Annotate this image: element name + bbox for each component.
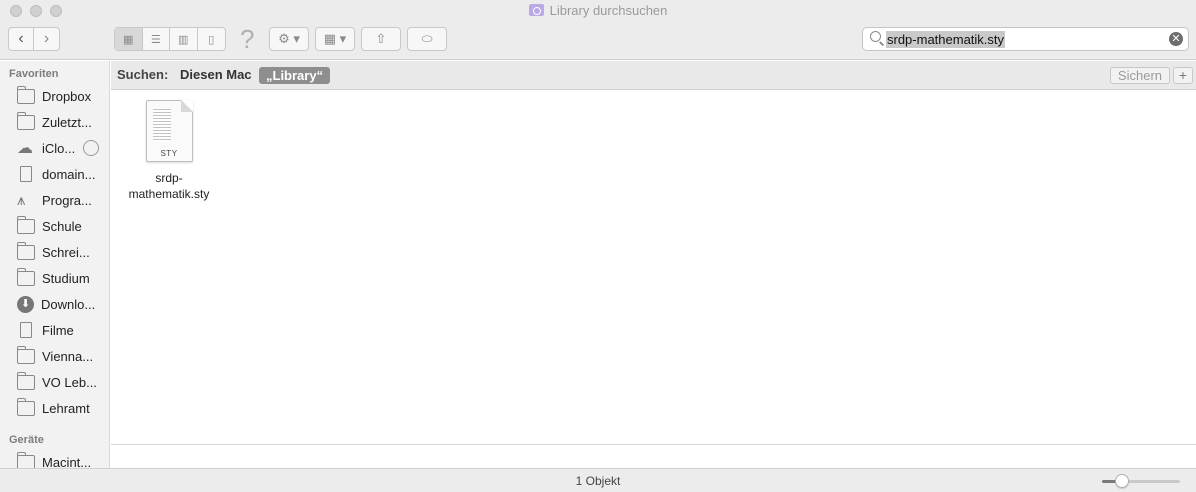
search-input[interactable]: srdp-mathematik.sty (886, 31, 1006, 48)
sidebar-item-label: Schrei... (42, 244, 90, 260)
file-name-line2: mathematik.sty (128, 187, 210, 201)
folder-icon (17, 371, 35, 390)
sidebar-item-label: Lehramt (42, 400, 90, 416)
window-title-text: Library durchsuchen (549, 3, 668, 18)
sidebar-item-recents[interactable]: Zuletzt... (0, 109, 109, 135)
folder-icon (17, 85, 35, 104)
search-scope-bar: Suchen: Diesen Mac „Library“ Sichern + (111, 61, 1196, 90)
sidebar-item-downloads[interactable]: ⬇ Downlo... (0, 291, 109, 317)
file-name-line1: srdp- (155, 171, 183, 185)
sync-progress-icon (83, 140, 100, 156)
clear-search-icon[interactable]: ✕ (1169, 32, 1183, 46)
movies-icon (20, 322, 32, 338)
save-search-button[interactable]: Sichern (1109, 67, 1170, 84)
folder-icon (17, 267, 35, 286)
back-button[interactable]: ‹ (9, 28, 35, 50)
add-criteria-button[interactable]: + (1173, 67, 1193, 84)
sidebar-item-dropbox[interactable]: Dropbox (0, 83, 109, 109)
sidebar-section-favoriten: Favoriten (9, 68, 59, 80)
sidebar-item-label: domain... (42, 166, 96, 182)
icon-size-slider-knob[interactable] (1115, 474, 1129, 488)
desktop-icon (17, 241, 35, 260)
sidebar-item-macintosh-hd[interactable]: Macint... (0, 449, 109, 468)
sidebar-item-label: VO Leb... (42, 374, 97, 390)
sidebar-item-icloud[interactable]: ☁ iClo... (0, 135, 109, 161)
sidebar-item-applications[interactable]: ⩚ Progra... (0, 187, 109, 213)
sidebar-item-studium[interactable]: Studium (0, 265, 109, 291)
search-icon (870, 31, 881, 42)
smart-folder-icon (528, 4, 544, 16)
folder-icon (17, 215, 35, 234)
scope-this-mac-button[interactable]: Diesen Mac (180, 67, 252, 82)
sidebar-item-label: Dropbox (42, 88, 92, 104)
scope-library-button[interactable]: „Library“ (259, 67, 331, 84)
sidebar-item-label: Vienna... (42, 348, 94, 364)
sidebar-item-label: Schule (42, 218, 82, 234)
sidebar-item-lehramt[interactable]: Lehramt (0, 395, 109, 421)
tag-button[interactable]: ⬭ (407, 27, 447, 51)
window-title: Library durchsuchen (0, 3, 1196, 18)
downloads-icon: ⬇ (17, 295, 34, 313)
scope-label: Suchen: (117, 67, 169, 82)
view-mode-control: ▦ ☰ ▥ ▯ (114, 27, 226, 51)
folder-icon (17, 397, 35, 416)
document-icon (20, 166, 32, 182)
sty-file-icon: STY (145, 100, 193, 162)
icon-view-button[interactable]: ▦ (115, 28, 143, 50)
recents-icon (17, 111, 35, 130)
sidebar-item-label: Filme (42, 322, 74, 338)
sidebar-item-label: Progra... (42, 192, 92, 208)
icloud-icon: ☁ (17, 139, 33, 157)
action-menu-button[interactable]: ⚙ ▾ (269, 27, 309, 51)
icon-size-slider[interactable] (1102, 480, 1180, 483)
applications-icon: ⩚ (17, 191, 26, 209)
share-button[interactable]: ⇧ (361, 27, 401, 51)
sidebar-item-movies[interactable]: Filme (0, 317, 109, 343)
navigation-buttons: ‹ › (8, 27, 60, 51)
file-preview-lines (152, 108, 171, 142)
sidebar-item-label: Macint... (42, 454, 92, 469)
file-item[interactable]: STY srdp-mathematik.sty (119, 99, 219, 202)
help-icon[interactable]: ? (240, 24, 254, 55)
file-name: srdp-mathematik.sty (119, 170, 219, 202)
sidebar-item-vienna[interactable]: Vienna... (0, 343, 109, 369)
sidebar-section-geraete: Geräte (9, 434, 44, 446)
folder-icon (17, 345, 35, 364)
sidebar-item-schule[interactable]: Schule (0, 213, 109, 239)
item-count: 1 Objekt (575, 474, 621, 488)
status-bar: 1 Objekt (0, 468, 1196, 492)
sidebar-item-vo-leb[interactable]: VO Leb... (0, 369, 109, 395)
toolbar: Library durchsuchen ‹ › ▦ ☰ ▥ ▯ ? ⚙ ▾ ▦ … (0, 0, 1196, 60)
sidebar-item-domain[interactable]: domain... (0, 161, 109, 187)
results-area: STY srdp-mathematik.sty (111, 91, 1196, 444)
sidebar-item-label: Studium (42, 270, 90, 286)
content-divider (111, 444, 1196, 445)
sidebar: Favoriten Dropbox Zuletzt... ☁ iClo... do… (0, 61, 110, 468)
sidebar-item-label: Downlo... (41, 296, 96, 312)
gallery-view-button[interactable]: ▯ (198, 28, 225, 50)
finder-window: Library durchsuchen ‹ › ▦ ☰ ▥ ▯ ? ⚙ ▾ ▦ … (0, 0, 1196, 492)
forward-button[interactable]: › (34, 28, 59, 50)
sidebar-item-desktop[interactable]: Schrei... (0, 239, 109, 265)
harddisk-icon (17, 451, 35, 468)
group-by-button[interactable]: ▦ ▾ (315, 27, 355, 51)
sidebar-item-label: iClo... (42, 140, 76, 156)
search-field[interactable]: srdp-mathematik.sty ✕ (862, 27, 1189, 51)
file-extension-label: STY (160, 149, 178, 158)
column-view-button[interactable]: ▥ (170, 28, 198, 50)
sidebar-item-label: Zuletzt... (42, 114, 92, 130)
list-view-button[interactable]: ☰ (143, 28, 170, 50)
